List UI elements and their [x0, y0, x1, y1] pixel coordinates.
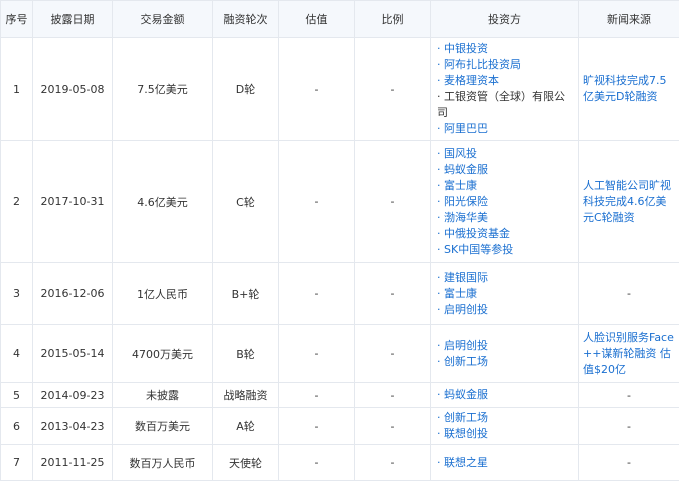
disclosure-date: 2019-05-08: [32, 37, 113, 141]
investors-cell: · 启明创投 · 创新工场: [430, 324, 579, 383]
ratio: -: [354, 37, 431, 141]
deal-amount: 4700万美元: [112, 324, 213, 383]
investor-link[interactable]: · 富士康: [437, 286, 572, 302]
deal-amount: 4.6亿美元: [112, 140, 213, 263]
investor-link[interactable]: · 富士康: [437, 178, 572, 194]
header-news-source: 新闻来源: [578, 0, 679, 38]
funding-round: 天使轮: [212, 444, 279, 481]
investors-cell: · 建银国际 · 富士康 · 启明创投: [430, 262, 579, 325]
valuation: -: [278, 324, 355, 383]
table-row: 7 2011-11-25 数百万人民币 天使轮 - - · 联想之星 -: [0, 444, 679, 481]
row-number: 3: [0, 262, 33, 325]
row-number: 2: [0, 140, 33, 263]
investor-link[interactable]: · 麦格理资本: [437, 73, 572, 89]
investor-link[interactable]: · 创新工场: [437, 354, 572, 370]
investor-link[interactable]: · 联想创投: [437, 426, 572, 442]
table-row: 2 2017-10-31 4.6亿美元 C轮 - - · 国风投 · 蚂蚁金服 · 富士康 · 阳…: [0, 140, 679, 263]
funding-round: A轮: [212, 407, 279, 445]
investors-cell: · 创新工场 · 联想创投: [430, 407, 579, 445]
deal-amount: 未披露: [112, 382, 213, 408]
investor-link[interactable]: · 阳光保险: [437, 194, 572, 210]
disclosure-date: 2013-04-23: [32, 407, 113, 445]
header-ratio: 比例: [354, 0, 431, 38]
disclosure-date: 2017-10-31: [32, 140, 113, 263]
valuation: -: [278, 382, 355, 408]
news-link[interactable]: 旷视科技完成7.5亿美元D轮融资: [583, 74, 667, 103]
disclosure-date: 2011-11-25: [32, 444, 113, 481]
news-source-empty: -: [578, 444, 679, 481]
deal-amount: 数百万人民币: [112, 444, 213, 481]
deal-amount: 数百万美元: [112, 407, 213, 445]
row-number: 4: [0, 324, 33, 383]
disclosure-date: 2014-09-23: [32, 382, 113, 408]
financing-table: 序号 披露日期 交易金额 融资轮次 估值 比例 投资方 新闻来源 1 2019-0…: [0, 0, 679, 481]
investor-link[interactable]: · 国风投: [437, 146, 572, 162]
header-no: 序号: [0, 0, 33, 38]
news-link[interactable]: 人脸识别服务Face++谋新轮融资 估值$20亿: [583, 331, 674, 376]
valuation: -: [278, 262, 355, 325]
row-number: 1: [0, 37, 33, 141]
funding-round: C轮: [212, 140, 279, 263]
investor-link[interactable]: · SK中国等参投: [437, 242, 572, 258]
investor-link[interactable]: · 启明创投: [437, 338, 572, 354]
funding-round: 战略融资: [212, 382, 279, 408]
ratio: -: [354, 382, 431, 408]
investor-link[interactable]: · 联想之星: [437, 455, 572, 471]
row-number: 7: [0, 444, 33, 481]
investors-cell: · 联想之星: [430, 444, 579, 481]
news-source-cell: 人脸识别服务Face++谋新轮融资 估值$20亿: [578, 324, 679, 383]
table-row: 5 2014-09-23 未披露 战略融资 - - · 蚂蚁金服 -: [0, 382, 679, 408]
header-date: 披露日期: [32, 0, 113, 38]
ratio: -: [354, 324, 431, 383]
disclosure-date: 2016-12-06: [32, 262, 113, 325]
investor-link[interactable]: · 蚂蚁金服: [437, 162, 572, 178]
news-source-cell: 人工智能公司旷视科技完成4.6亿美元C轮融资: [578, 140, 679, 263]
valuation: -: [278, 37, 355, 141]
table-header-row: 序号 披露日期 交易金额 融资轮次 估值 比例 投资方 新闻来源: [0, 0, 679, 38]
funding-round: B轮: [212, 324, 279, 383]
table-row: 4 2015-05-14 4700万美元 B轮 - - · 启明创投 · 创新工场 人脸识别服务…: [0, 324, 679, 383]
valuation: -: [278, 407, 355, 445]
investor-link[interactable]: · 阿里巴巴: [437, 121, 572, 137]
funding-round: D轮: [212, 37, 279, 141]
investor-link[interactable]: · 渤海华美: [437, 210, 572, 226]
table-row: 1 2019-05-08 7.5亿美元 D轮 - - · 中银投资 · 阿布扎比投资局 · 麦格…: [0, 37, 679, 141]
ratio: -: [354, 407, 431, 445]
news-source-empty: -: [578, 407, 679, 445]
ratio: -: [354, 140, 431, 263]
disclosure-date: 2015-05-14: [32, 324, 113, 383]
valuation: -: [278, 444, 355, 481]
investor-link[interactable]: · 创新工场: [437, 410, 572, 426]
investors-cell: · 中银投资 · 阿布扎比投资局 · 麦格理资本 · 工银资管（全球）有限公司 · 阿里…: [430, 37, 579, 141]
ratio: -: [354, 262, 431, 325]
news-source-cell: 旷视科技完成7.5亿美元D轮融资: [578, 37, 679, 141]
deal-amount: 1亿人民币: [112, 262, 213, 325]
news-link[interactable]: 人工智能公司旷视科技完成4.6亿美元C轮融资: [583, 179, 671, 224]
funding-round: B+轮: [212, 262, 279, 325]
investor-link[interactable]: · 蚂蚁金服: [437, 387, 572, 403]
investor-link[interactable]: · 阿布扎比投资局: [437, 57, 572, 73]
valuation: -: [278, 140, 355, 263]
investor-link[interactable]: · 启明创投: [437, 302, 572, 318]
investors-cell: · 蚂蚁金服: [430, 382, 579, 408]
header-amount: 交易金额: [112, 0, 213, 38]
table-row: 6 2013-04-23 数百万美元 A轮 - - · 创新工场 · 联想创投 -: [0, 407, 679, 445]
table-row: 3 2016-12-06 1亿人民币 B+轮 - - · 建银国际 · 富士康 · 启明创投 -: [0, 262, 679, 325]
investor-link[interactable]: · 建银国际: [437, 270, 572, 286]
investor-name: · 工银资管（全球）有限公司: [437, 90, 565, 119]
deal-amount: 7.5亿美元: [112, 37, 213, 141]
header-investors: 投资方: [430, 0, 579, 38]
row-number: 5: [0, 382, 33, 408]
news-source-empty: -: [578, 382, 679, 408]
header-valuation: 估值: [278, 0, 355, 38]
ratio: -: [354, 444, 431, 481]
investors-cell: · 国风投 · 蚂蚁金服 · 富士康 · 阳光保险 · 渤海华美 · 中俄投资基金 · SK…: [430, 140, 579, 263]
row-number: 6: [0, 407, 33, 445]
investor-link[interactable]: · 中银投资: [437, 41, 572, 57]
news-source-empty: -: [578, 262, 679, 325]
investor-link[interactable]: · 中俄投资基金: [437, 226, 572, 242]
header-round: 融资轮次: [212, 0, 279, 38]
